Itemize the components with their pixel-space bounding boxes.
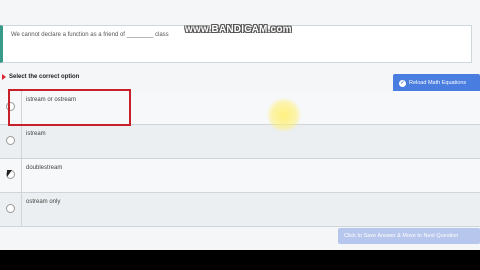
option-label: istream: [26, 131, 46, 137]
question-text: We cannot declare a function as a friend…: [11, 32, 169, 38]
arrow-right-icon: [2, 74, 6, 80]
option-radio[interactable]: [6, 136, 15, 145]
option-label: ostream only: [26, 199, 61, 205]
radio-cell: [0, 193, 22, 226]
option-radio[interactable]: [6, 204, 15, 213]
reload-math-button[interactable]: ✓ Reload Math Equations: [393, 74, 480, 92]
reload-math-label: Reload Math Equations: [409, 80, 467, 86]
save-next-button[interactable]: Click to Save Answer & Move to Next Ques…: [338, 228, 480, 244]
annotation-highlight-box: [8, 89, 131, 126]
save-next-label: Click to Save Answer & Move to Next Ques…: [344, 233, 459, 239]
instruction-label: Select the correct option: [2, 74, 79, 80]
option-row[interactable]: doublestream: [0, 159, 480, 193]
option-row[interactable]: ostream only: [0, 193, 480, 227]
check-circle-icon: ✓: [399, 79, 406, 87]
recording-watermark: www.BANDICAM.com: [185, 24, 292, 35]
radio-cell: [0, 125, 22, 158]
mouse-pointer-icon: [7, 170, 12, 177]
instruction-text: Select the correct option: [9, 74, 80, 80]
quiz-frame: We cannot declare a function as a friend…: [0, 0, 480, 250]
option-row[interactable]: istream: [0, 125, 480, 159]
cursor-highlight: [267, 98, 301, 132]
letterbox-bar: [0, 250, 480, 270]
option-label: doublestream: [26, 165, 63, 171]
